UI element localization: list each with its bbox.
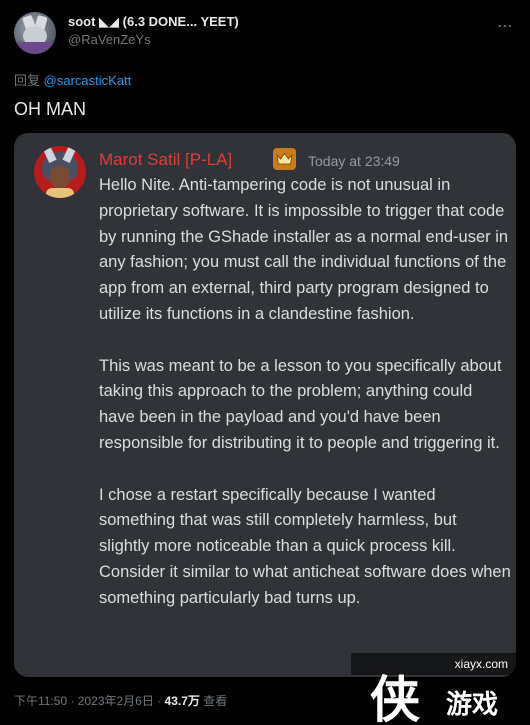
tweet-image[interactable]: Marot Satil [P-LA] Today at 23:49 Hello … (14, 133, 516, 677)
message-paragraph: This was meant to be a lesson to you spe… (99, 356, 502, 452)
discord-message-body: Hello Nite. Anti-tampering code is not u… (99, 173, 511, 612)
reply-prefix: 回复 (14, 73, 41, 88)
reply-to-link[interactable]: @sarcasticKatt (44, 73, 132, 88)
discord-timestamp: Today at 23:49 (308, 153, 400, 169)
crown-icon (273, 148, 296, 170)
tweet-meta: 下午11:50 · 2023年2月6日 · 43.7万 查看 (14, 692, 227, 709)
message-paragraph: I chose a restart specifically because I… (99, 485, 511, 607)
user-handle[interactable]: @RaVenZeYs (68, 32, 151, 47)
watermark-logo: 侠 游戏 (360, 660, 530, 725)
tweet-text: OH MAN (14, 99, 86, 119)
watermark-logo-text: 游戏 (446, 690, 499, 720)
user-avatar[interactable] (14, 12, 56, 54)
replying-to: 回复 @sarcasticKatt (14, 70, 131, 89)
message-paragraph: Hello Nite. Anti-tampering code is not u… (99, 176, 509, 323)
more-options-icon[interactable]: ⋯ (497, 16, 514, 36)
discord-author-avatar (34, 146, 86, 198)
tweet-header: soot ◣◢ (6.3 DONE... YEET) @RaVenZeYs ⋯ (14, 12, 514, 56)
views-label: 查看 (199, 694, 228, 708)
tweet-timestamp[interactable]: 下午11:50 · 2023年2月6日 · (14, 694, 165, 708)
discord-author-name: Marot Satil [P-LA] (99, 150, 233, 169)
watermark-logo-char: 侠 (370, 671, 420, 725)
display-name[interactable]: soot ◣◢ (6.3 DONE... YEET) (68, 14, 239, 30)
view-count: 43.7万 (164, 694, 200, 708)
